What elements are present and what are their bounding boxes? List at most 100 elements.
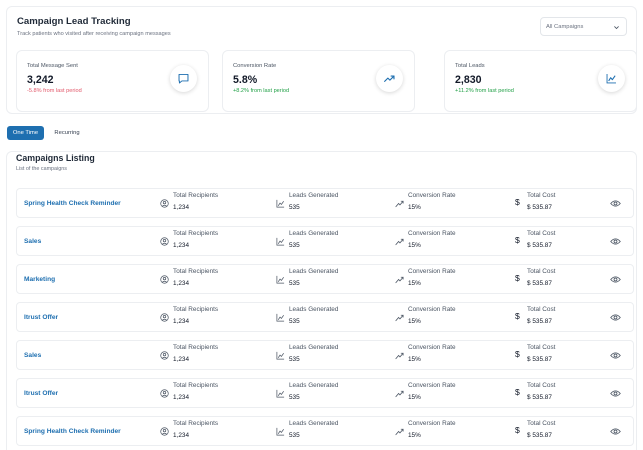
user-circle-icon: [160, 275, 169, 284]
recipients-value: 1,234: [173, 204, 189, 211]
stat-card-conversion: Conversion Rate 5.8% +8.2% from last per…: [222, 50, 415, 112]
page-subtitle: Track patients who visited after receivi…: [17, 31, 171, 37]
view-eye-icon[interactable]: [610, 275, 621, 284]
leads-value: 535: [289, 356, 300, 363]
campaigns-listing-panel: Campaigns Listing List of the campaigns …: [6, 151, 637, 450]
leads-chart-icon: [276, 427, 285, 436]
cost-label: Total Cost: [527, 382, 556, 389]
campaign-filter-select[interactable]: All Campaigns: [540, 17, 627, 36]
recipients-value: 1,234: [173, 242, 189, 249]
conversion-trend-icon: [395, 200, 404, 208]
leads-label: Leads Generated: [289, 268, 339, 275]
recipients-label: Total Recipients: [173, 382, 219, 389]
chart-line-icon: [598, 65, 625, 92]
campaign-name-link[interactable]: Marketing: [24, 276, 55, 283]
recipients-value: 1,234: [173, 356, 189, 363]
leads-label: Leads Generated: [289, 382, 339, 389]
leads-value: 535: [289, 242, 300, 249]
campaign-name-link[interactable]: Sales: [24, 352, 41, 359]
stat-card-leads: Total Leads 2,830 +11.2% from last perio…: [444, 50, 637, 112]
conversion-value: 15%: [408, 432, 421, 439]
listing-subtitle: List of the campaigns: [16, 166, 67, 172]
leads-chart-icon: [276, 389, 285, 398]
conversion-label: Conversion Rate: [408, 192, 456, 199]
campaign-name-link[interactable]: Spring Health Check Reminder: [24, 200, 121, 207]
stat-label: Conversion Rate: [233, 63, 277, 69]
conversion-trend-icon: [395, 390, 404, 398]
campaign-name-link[interactable]: Sales: [24, 238, 41, 245]
conversion-trend-icon: [395, 428, 404, 436]
stat-change: +8.2% from last period: [233, 88, 290, 94]
cost-value: $ 535.87: [527, 242, 552, 249]
cost-value: $ 535.87: [527, 204, 552, 211]
recipients-label: Total Recipients: [173, 230, 219, 237]
conversion-label: Conversion Rate: [408, 382, 456, 389]
conversion-trend-icon: [395, 276, 404, 284]
cost-label: Total Cost: [527, 268, 556, 275]
leads-value: 535: [289, 394, 300, 401]
conversion-value: 15%: [408, 242, 421, 249]
conversion-label: Conversion Rate: [408, 344, 456, 351]
page-title: Campaign Lead Tracking: [17, 16, 131, 27]
leads-label: Leads Generated: [289, 344, 339, 351]
conversion-value: 15%: [408, 280, 421, 287]
view-eye-icon[interactable]: [610, 389, 621, 398]
conversion-trend-icon: [395, 238, 404, 246]
dollar-icon: $: [515, 273, 520, 283]
leads-chart-icon: [276, 199, 285, 208]
conversion-label: Conversion Rate: [408, 420, 456, 427]
leads-label: Leads Generated: [289, 420, 339, 427]
conversion-value: 15%: [408, 204, 421, 211]
cost-label: Total Cost: [527, 344, 556, 351]
campaign-row[interactable]: Itrust Offer Total Recipients 1,234 Leads G…: [16, 378, 634, 408]
stat-card-messages: Total Message Sent 3,242 -5.8% from last…: [16, 50, 209, 112]
campaign-row[interactable]: Sales Total Recipients 1,234 Leads Generate…: [16, 226, 634, 256]
view-eye-icon[interactable]: [610, 351, 621, 360]
stat-value: 5.8%: [233, 74, 258, 86]
recipients-label: Total Recipients: [173, 306, 219, 313]
view-eye-icon[interactable]: [610, 237, 621, 246]
campaign-name-link[interactable]: Spring Health Check Reminder: [24, 428, 121, 435]
cost-value: $ 535.87: [527, 280, 552, 287]
stat-change: -5.8% from last period: [27, 88, 82, 94]
cost-value: $ 535.87: [527, 432, 552, 439]
campaign-name-link[interactable]: Itrust Offer: [24, 314, 58, 321]
cost-label: Total Cost: [527, 230, 556, 237]
cost-value: $ 535.87: [527, 318, 552, 325]
campaign-row[interactable]: Itrust Offer Total Recipients 1,234 Leads G…: [16, 302, 634, 332]
leads-value: 535: [289, 432, 300, 439]
dollar-icon: $: [515, 387, 520, 397]
stat-value: 3,242: [27, 74, 54, 86]
view-eye-icon[interactable]: [610, 199, 621, 208]
user-circle-icon: [160, 313, 169, 322]
stat-label: Total Leads: [455, 63, 485, 69]
leads-chart-icon: [276, 313, 285, 322]
user-circle-icon: [160, 427, 169, 436]
dollar-icon: $: [515, 349, 520, 359]
leads-label: Leads Generated: [289, 306, 339, 313]
dollar-icon: $: [515, 311, 520, 321]
recipients-value: 1,234: [173, 318, 189, 325]
recipients-value: 1,234: [173, 394, 189, 401]
conversion-label: Conversion Rate: [408, 230, 456, 237]
tab-one-time[interactable]: One Time: [7, 126, 44, 140]
campaign-row[interactable]: Marketing Total Recipients 1,234 Leads Gene…: [16, 264, 634, 294]
cost-label: Total Cost: [527, 306, 556, 313]
leads-value: 535: [289, 280, 300, 287]
leads-label: Leads Generated: [289, 230, 339, 237]
dollar-icon: $: [515, 425, 520, 435]
leads-chart-icon: [276, 351, 285, 360]
chevron-down-icon: [614, 26, 619, 30]
conversion-trend-icon: [395, 352, 404, 360]
leads-value: 535: [289, 204, 300, 211]
campaign-row[interactable]: Spring Health Check Reminder Total Recipi…: [16, 416, 634, 446]
message-icon: [170, 65, 197, 92]
campaign-name-link[interactable]: Itrust Offer: [24, 390, 58, 397]
campaign-row[interactable]: Sales Total Recipients 1,234 Leads Generate…: [16, 340, 634, 370]
view-eye-icon[interactable]: [610, 427, 621, 436]
stat-value: 2,830: [455, 74, 482, 86]
view-eye-icon[interactable]: [610, 313, 621, 322]
conversion-label: Conversion Rate: [408, 306, 456, 313]
tab-recurring[interactable]: Recurring: [48, 126, 86, 140]
campaign-row[interactable]: Spring Health Check Reminder Total Recipi…: [16, 188, 634, 218]
